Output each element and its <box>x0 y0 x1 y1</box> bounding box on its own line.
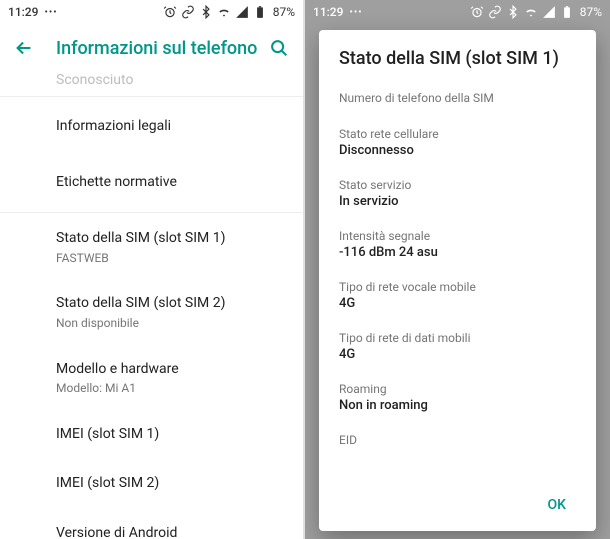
dialog-item-signal-strength: Intensità segnale -116 dBm 24 asu <box>339 219 576 270</box>
wifi-icon <box>217 5 231 19</box>
divider <box>0 212 303 213</box>
search-button[interactable] <box>267 36 291 60</box>
dialog-item-data-network: Tipo di rete di dati mobili 4G <box>339 321 576 372</box>
status-bar: 11:29 ••• 87% <box>305 0 610 24</box>
wifi-icon <box>524 5 538 19</box>
item-model-hardware[interactable]: Modello e hardware Modello: Mi A1 <box>0 346 303 411</box>
dialog-item-phone-number: Numero di telefono della SIM <box>339 81 576 117</box>
status-bar: 11:29 ••• 87% <box>0 0 303 24</box>
bluetooth-icon <box>199 5 213 19</box>
dialog-actions: OK <box>339 483 576 523</box>
dialog-item-value: -116 dBm 24 asu <box>339 245 576 260</box>
item-sublabel: Non disponibile <box>56 316 287 332</box>
item-sublabel: FASTWEB <box>56 251 287 267</box>
dialog-item-label: Stato servizio <box>339 178 576 192</box>
dialog-item-roaming: Roaming Non in roaming <box>339 372 576 423</box>
bluetooth-icon <box>506 5 520 19</box>
dialog-item-eid: EID <box>339 423 576 459</box>
item-label: Modello e hardware <box>56 360 287 380</box>
link-icon <box>488 5 502 19</box>
dialog-item-label: Intensità segnale <box>339 229 576 243</box>
alarm-icon <box>163 5 177 19</box>
phone-info-screen: 11:29 ••• 87% Informazioni sul telefono <box>0 0 305 539</box>
app-bar: Informazioni sul telefono <box>0 24 303 72</box>
item-imei-sim1[interactable]: IMEI (slot SIM 1) <box>0 411 303 461</box>
dialog-item-voice-network: Tipo di rete vocale mobile 4G <box>339 270 576 321</box>
list-item-cutoff: Sconosciuto <box>0 72 303 94</box>
dialog-item-value: Non in roaming <box>339 398 576 413</box>
settings-list: Sconosciuto Informazioni legali Etichett… <box>0 72 303 539</box>
dialog-item-value: 4G <box>339 296 576 311</box>
item-label: Etichette normative <box>56 173 287 193</box>
dialog-item-label: Roaming <box>339 382 576 396</box>
item-sublabel: Modello: Mi A1 <box>56 381 287 397</box>
item-label: Stato della SIM (slot SIM 1) <box>56 229 287 249</box>
item-sim1-status[interactable]: Stato della SIM (slot SIM 1) FASTWEB <box>0 215 303 280</box>
signal-icon <box>235 5 249 19</box>
battery-percent: 87% <box>273 5 295 19</box>
dialog-item-value: Disconnesso <box>339 143 576 158</box>
status-notif-dots: ••• <box>349 7 362 18</box>
divider <box>0 96 303 97</box>
status-icons: 87% <box>163 5 295 19</box>
battery-icon <box>560 5 574 19</box>
item-label: Versione di Android <box>56 524 287 539</box>
dialog-item-label: Numero di telefono della SIM <box>339 91 576 105</box>
item-label: Stato della SIM (slot SIM 2) <box>56 294 287 314</box>
status-icons: 87% <box>470 5 602 19</box>
item-regulatory-labels[interactable]: Etichette normative <box>0 155 303 211</box>
signal-icon <box>542 5 556 19</box>
alarm-icon <box>470 5 484 19</box>
search-icon <box>268 37 290 59</box>
dialog-item-value: 4G <box>339 347 576 362</box>
sim-status-dialog: Stato della SIM (slot SIM 1) Numero di t… <box>319 30 596 531</box>
item-android-version[interactable]: Versione di Android 9 <box>0 510 303 539</box>
item-imei-sim2[interactable]: IMEI (slot SIM 2) <box>0 460 303 510</box>
battery-icon <box>253 5 267 19</box>
back-button[interactable] <box>12 36 36 60</box>
dialog-item-label: Tipo di rete di dati mobili <box>339 331 576 345</box>
item-label: IMEI (slot SIM 1) <box>56 425 287 445</box>
status-time: 11:29 <box>8 5 38 19</box>
item-legal-info[interactable]: Informazioni legali <box>0 99 303 155</box>
dialog-item-value: In servizio <box>339 194 576 209</box>
page-title: Informazioni sul telefono <box>56 38 267 59</box>
arrow-back-icon <box>13 37 35 59</box>
dialog-item-label: Tipo di rete vocale mobile <box>339 280 576 294</box>
dialog-item-label: EID <box>339 433 576 447</box>
link-icon <box>181 5 195 19</box>
dialog-item-label: Stato rete cellulare <box>339 127 576 141</box>
item-label: IMEI (slot SIM 2) <box>56 474 287 494</box>
item-sim2-status[interactable]: Stato della SIM (slot SIM 2) Non disponi… <box>0 280 303 345</box>
status-notif-dots: ••• <box>44 7 57 18</box>
dialog-item-network-state: Stato rete cellulare Disconnesso <box>339 117 576 168</box>
sim-status-dialog-screen: Indirizzo IP 11:29 ••• 87% Stato della S… <box>305 0 610 539</box>
ok-button[interactable]: OK <box>538 491 577 519</box>
item-label: Informazioni legali <box>56 117 287 137</box>
status-time: 11:29 <box>313 5 343 19</box>
battery-percent: 87% <box>580 5 602 19</box>
dialog-item-service-state: Stato servizio In servizio <box>339 168 576 219</box>
dialog-list: Numero di telefono della SIM Stato rete … <box>339 81 576 483</box>
dialog-title: Stato della SIM (slot SIM 1) <box>339 48 576 69</box>
